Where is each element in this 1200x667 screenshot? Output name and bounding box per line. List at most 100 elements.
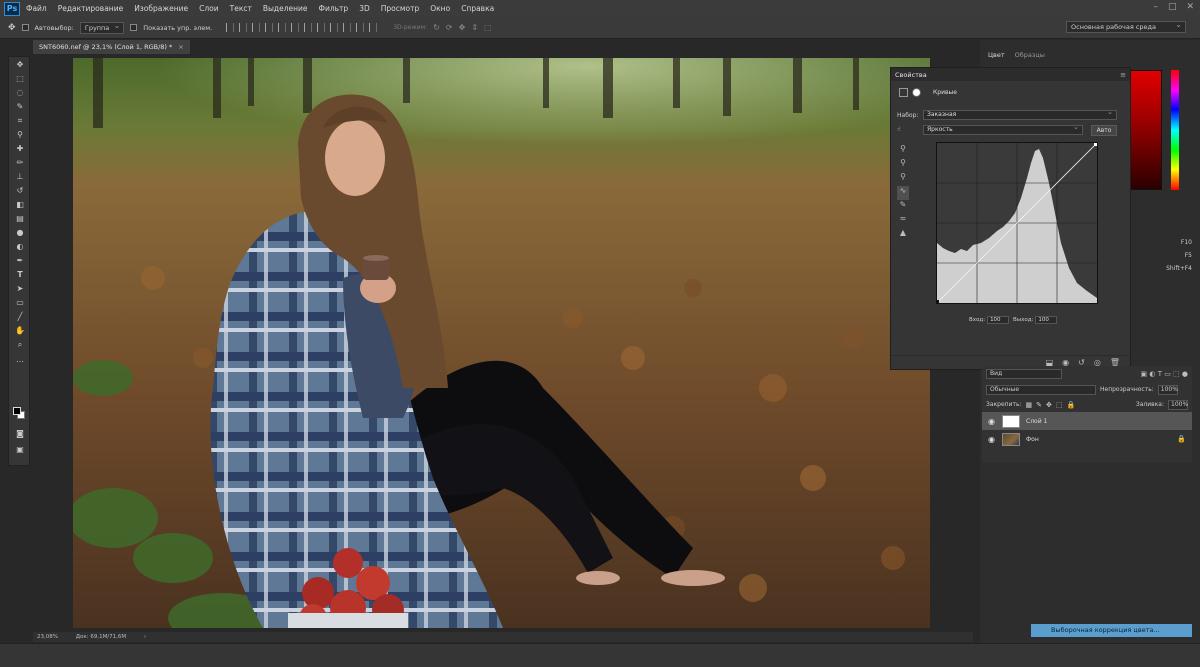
quick-select-icon[interactable]: ✎ — [14, 102, 26, 112]
distribute-left-icon[interactable] — [343, 23, 352, 32]
show-transform-checkbox[interactable] — [130, 24, 138, 31]
status-menu-icon[interactable]: › — [144, 634, 146, 640]
auto-button[interactable]: Авто — [1091, 125, 1117, 136]
distribute-top-icon[interactable] — [304, 23, 313, 32]
dodge-icon[interactable]: ◐ — [14, 242, 26, 252]
smooth-curve-icon[interactable]: ≈ — [897, 214, 909, 228]
on-image-adjust-icon[interactable]: ☝ — [897, 126, 901, 133]
pen-icon[interactable]: ✒ — [14, 256, 26, 266]
layer-kind-filter[interactable]: Вид — [986, 369, 1062, 379]
pencil-curve-icon[interactable]: ✎ — [897, 200, 909, 214]
menu-type[interactable]: Текст — [230, 4, 252, 13]
properties-title[interactable]: Свойства — [895, 71, 927, 79]
screen-mode-icon[interactable]: ▣ — [14, 445, 26, 455]
pan-3d-icon[interactable]: ✥ — [459, 23, 466, 32]
document-photo[interactable] — [73, 58, 930, 628]
menu-3d[interactable]: 3D — [359, 4, 370, 13]
curve-graph[interactable] — [935, 142, 1098, 304]
align-bottom-icon[interactable] — [252, 23, 261, 32]
hand-icon[interactable]: ✋ — [14, 326, 26, 336]
align-left-icon[interactable] — [265, 23, 274, 32]
opacity-value[interactable]: 100% — [1157, 384, 1178, 395]
healing-brush-icon[interactable]: ✚ — [14, 144, 26, 154]
tab-swatches[interactable]: Образцы — [1015, 51, 1045, 59]
menu-file[interactable]: Файл — [26, 4, 47, 13]
layer-row[interactable]: ◉ Фон 🔒 — [982, 430, 1192, 448]
eyedropper-icon[interactable]: ⚲ — [14, 130, 26, 140]
lock-position-icon[interactable]: ✥ — [1046, 401, 1052, 409]
distribute-vcenter-icon[interactable] — [317, 23, 326, 32]
move-tool-icon[interactable]: ✥ — [8, 23, 16, 33]
quick-mask-icon[interactable]: ◙ — [14, 429, 26, 439]
filter-icons[interactable]: ▣ ◐ T ▭ ⬚ ● — [1141, 370, 1188, 378]
autoselect-dropdown[interactable]: Группа — [79, 21, 125, 34]
channel-dropdown[interactable]: Яркость — [923, 123, 1083, 135]
menu-layers[interactable]: Слои — [199, 4, 219, 13]
lock-all-icon[interactable]: 🔒 — [1067, 401, 1076, 409]
autoselect-checkbox[interactable] — [21, 24, 29, 31]
align-top-icon[interactable] — [226, 23, 235, 32]
blur-icon[interactable]: ● — [14, 228, 26, 238]
black-point-eyedropper-icon[interactable]: ⚲ — [897, 144, 909, 158]
distribute-right-icon[interactable] — [369, 23, 378, 32]
align-vcenter-icon[interactable] — [239, 23, 248, 32]
menu-view[interactable]: Просмотр — [381, 4, 420, 13]
input-value[interactable]: 100 — [987, 316, 1010, 324]
curve-points-icon[interactable]: ∿ — [897, 186, 909, 200]
fill-value[interactable]: 100% — [1168, 399, 1188, 410]
scale-3d-icon[interactable]: ⬚ — [484, 23, 492, 32]
path-select-icon[interactable]: ➤ — [14, 284, 26, 294]
panel-menu-icon[interactable]: ≡ — [1120, 71, 1126, 79]
workspace-dropdown[interactable]: Основная рабочая среда — [1066, 20, 1186, 33]
align-right-icon[interactable] — [291, 23, 300, 32]
blend-mode-dropdown[interactable]: Обычные — [986, 384, 1096, 395]
menu-select[interactable]: Выделение — [263, 4, 308, 13]
hue-slider[interactable] — [1171, 70, 1179, 190]
document-tab[interactable]: SNT6060.nef @ 23,1% (Слой 1, RGB/8) * × — [33, 40, 190, 54]
canvas-area[interactable] — [33, 54, 973, 632]
eye-icon[interactable]: ◉ — [988, 435, 996, 444]
zoom-readout[interactable]: 23,08% — [37, 634, 58, 640]
type-icon[interactable]: T — [14, 270, 26, 280]
crop-icon[interactable]: ⌗ — [14, 116, 26, 126]
marquee-icon[interactable]: ⬚ — [14, 74, 26, 84]
gradient-icon[interactable]: ▤ — [14, 214, 26, 224]
foreground-color-swatch[interactable] — [13, 407, 21, 415]
lock-pixels-icon[interactable]: ✎ — [1036, 401, 1042, 409]
menu-window[interactable]: Окно — [430, 4, 450, 13]
eraser-icon[interactable]: ◧ — [14, 200, 26, 210]
curves-adjustment-icon[interactable] — [899, 88, 908, 97]
output-value[interactable]: 100 — [1035, 316, 1058, 324]
slide-3d-icon[interactable]: ⇕ — [471, 23, 478, 32]
brush-icon[interactable]: ✏ — [14, 158, 26, 168]
lock-transparency-icon[interactable]: ▦ — [1026, 401, 1033, 409]
close-tab-icon[interactable]: × — [178, 43, 183, 51]
clipping-warning-icon[interactable]: ▲ — [897, 228, 909, 242]
preset-dropdown[interactable]: Заказная — [923, 108, 1117, 120]
lock-artboard-icon[interactable]: ⬚ — [1056, 401, 1063, 409]
menu-image[interactable]: Изображение — [134, 4, 188, 13]
menu-filter[interactable]: Фильтр — [319, 4, 349, 13]
layer-mask-icon[interactable] — [912, 88, 921, 97]
move-icon[interactable]: ✥ — [14, 60, 26, 70]
rotate-3d-icon[interactable]: ↻ — [433, 23, 440, 32]
color-field[interactable] — [1130, 70, 1162, 190]
menu-edit[interactable]: Редактирование — [58, 4, 123, 13]
tab-color[interactable]: Цвет — [988, 51, 1005, 59]
roll-3d-icon[interactable]: ⟳ — [446, 23, 453, 32]
align-hcenter-icon[interactable] — [278, 23, 287, 32]
maximize-icon[interactable]: □ — [1168, 2, 1177, 12]
gray-point-eyedropper-icon[interactable]: ⚲ — [897, 158, 909, 172]
history-brush-icon[interactable]: ↺ — [14, 186, 26, 196]
zoom-icon[interactable]: ⌕ — [14, 340, 26, 350]
shape-icon[interactable]: ▭ — [14, 298, 26, 308]
lasso-icon[interactable]: ◌ — [14, 88, 26, 98]
clone-stamp-icon[interactable]: ⊥ — [14, 172, 26, 182]
distribute-hcenter-icon[interactable] — [356, 23, 365, 32]
more-tools-icon[interactable]: ⋯ — [14, 357, 26, 367]
layer-row[interactable]: ◉ Слой 1 — [982, 412, 1192, 430]
eye-icon[interactable]: ◉ — [988, 417, 996, 426]
distribute-bottom-icon[interactable] — [330, 23, 339, 32]
minimize-icon[interactable]: – — [1153, 2, 1158, 12]
close-window-icon[interactable]: ✕ — [1186, 2, 1194, 12]
